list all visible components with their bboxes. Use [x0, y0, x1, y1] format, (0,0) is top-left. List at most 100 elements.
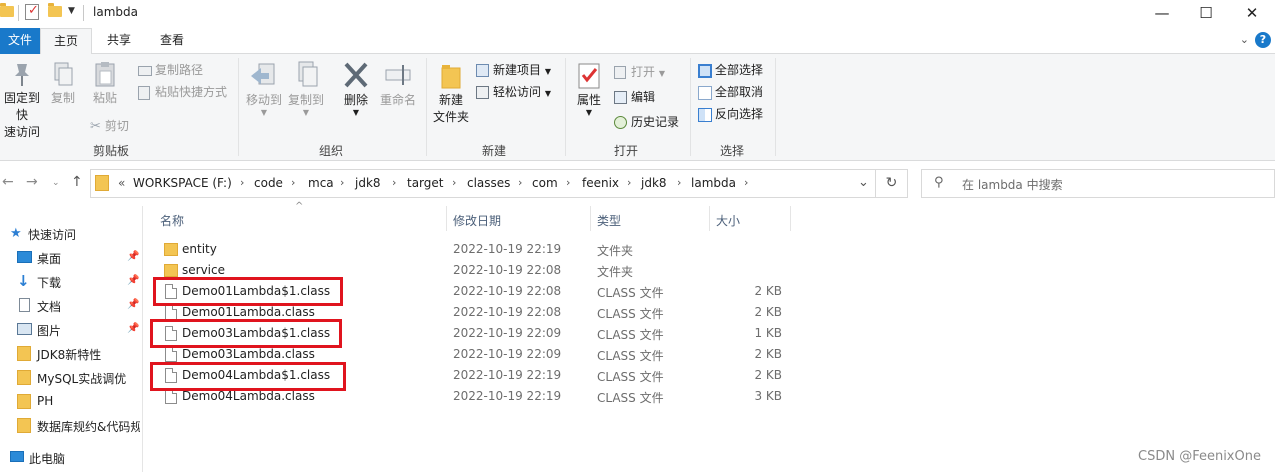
- close-button[interactable]: ✕: [1229, 0, 1275, 28]
- chevron-right-icon[interactable]: ›: [240, 176, 244, 189]
- tab-file[interactable]: 文件: [0, 28, 40, 54]
- chevron-right-icon[interactable]: ›: [677, 176, 681, 189]
- select-all-label: 全部选择: [715, 63, 764, 77]
- tab-home[interactable]: 主页: [40, 28, 92, 55]
- breadcrumb-feenix[interactable]: feenix: [582, 176, 619, 190]
- chevron-right-icon[interactable]: ›: [744, 176, 748, 189]
- easy-access-button[interactable]: 轻松访问 ▼: [476, 84, 551, 102]
- forward-arrow-icon[interactable]: →: [26, 174, 38, 190]
- column-header-modified[interactable]: 修改日期: [453, 212, 501, 229]
- select-all-button[interactable]: 全部选择: [698, 62, 763, 78]
- divider: [565, 58, 566, 156]
- nav-item-database[interactable]: 数据库规约&代码规: [0, 418, 140, 434]
- divider[interactable]: [709, 206, 710, 231]
- dropdown-arrow-icon: ▼: [585, 108, 593, 117]
- edit-button[interactable]: 编辑: [614, 89, 655, 105]
- sort-ascending-icon: ^: [295, 201, 304, 212]
- chevron-right-icon[interactable]: ›: [340, 176, 344, 189]
- copy-path-label: 复制路径: [155, 63, 204, 77]
- pin-icon[interactable]: 📌: [127, 299, 139, 310]
- file-type: 文件夹: [597, 244, 634, 258]
- tab-share[interactable]: 共享: [96, 28, 142, 54]
- divider[interactable]: [446, 206, 447, 231]
- maximize-button[interactable]: ☐: [1183, 0, 1229, 28]
- paste-shortcut-button[interactable]: 粘贴快捷方式: [138, 84, 227, 100]
- paste-button[interactable]: 粘贴: [88, 60, 122, 107]
- column-header-size[interactable]: 大小: [716, 212, 740, 229]
- customize-toolbar-icon[interactable]: ▼: [68, 6, 75, 16]
- new-folder-button[interactable]: 新建 文件夹: [430, 60, 472, 126]
- recent-locations-icon[interactable]: ⌄: [52, 178, 60, 188]
- nav-item-desktop[interactable]: 桌面 📌: [0, 250, 140, 266]
- breadcrumb-workspace[interactable]: WORKSPACE (F:): [133, 176, 232, 190]
- nav-item-mysql[interactable]: MySQL实战调优: [0, 370, 140, 386]
- new-folder-quick-icon[interactable]: [48, 3, 62, 17]
- file-size: 2 KB: [754, 368, 782, 382]
- address-bar[interactable]: « WORKSPACE (F:) › code › mca › jdk8 › t…: [90, 169, 876, 198]
- breadcrumb-com[interactable]: com: [532, 176, 558, 190]
- pin-icon[interactable]: 📌: [127, 251, 139, 262]
- pin-icon[interactable]: 📌: [127, 275, 139, 286]
- breadcrumb-jdk8-2[interactable]: jdk8: [641, 176, 667, 190]
- group-label-select: 选择: [719, 144, 744, 158]
- open-button[interactable]: 打开 ▼: [614, 64, 665, 82]
- breadcrumb-classes[interactable]: classes: [467, 176, 510, 190]
- divider[interactable]: [790, 206, 791, 231]
- history-button[interactable]: 历史记录: [614, 114, 679, 130]
- minimize-button[interactable]: —: [1139, 0, 1185, 28]
- new-folder-icon: [441, 65, 461, 89]
- tab-view[interactable]: 查看: [148, 28, 196, 54]
- rename-button[interactable]: 重命名: [378, 60, 418, 109]
- search-box[interactable]: ⚲ 在 lambda 中搜索: [921, 169, 1275, 198]
- properties-quick-icon[interactable]: [25, 3, 39, 20]
- column-header-name[interactable]: 名称: [160, 212, 184, 229]
- select-none-button[interactable]: 全部取消: [698, 84, 763, 100]
- chevron-down-icon[interactable]: ⌄: [858, 175, 869, 190]
- copy-path-button[interactable]: 复制路径: [138, 62, 203, 78]
- breadcrumb-lambda[interactable]: lambda: [691, 176, 736, 190]
- up-arrow-icon[interactable]: ↑: [71, 174, 83, 190]
- delete-button[interactable]: 删除 ▼: [338, 60, 374, 117]
- nav-item-pictures[interactable]: 图片 📌: [0, 322, 140, 338]
- copy-to-button[interactable]: 复制到 ▼: [286, 60, 326, 117]
- nav-item-downloads[interactable]: ↓ 下载 📌: [0, 272, 140, 290]
- dropdown-arrow-icon: ▼: [352, 108, 360, 117]
- chevron-right-icon[interactable]: ›: [518, 176, 522, 189]
- breadcrumb-mca[interactable]: mca: [308, 176, 334, 190]
- chevron-down-icon[interactable]: ⌄: [1240, 33, 1249, 46]
- breadcrumb-target[interactable]: target: [407, 176, 444, 190]
- file-modified: 2022-10-19 22:08: [453, 305, 562, 319]
- table-row[interactable]: entity 2022-10-19 22:19 文件夹: [160, 239, 790, 260]
- divider[interactable]: [590, 206, 591, 231]
- new-item-button[interactable]: 新建项目 ▼: [476, 62, 551, 80]
- file-name: Demo01Lambda.class: [182, 305, 315, 319]
- file-type: CLASS 文件: [597, 328, 664, 342]
- pin-quick-access-button[interactable]: 固定到快 速访问: [0, 60, 44, 141]
- open-icon: [614, 66, 626, 79]
- back-arrow-icon[interactable]: ←: [2, 174, 14, 190]
- chevron-right-icon[interactable]: ›: [566, 176, 570, 189]
- folder-icon: [0, 3, 14, 17]
- chevron-right-icon[interactable]: ›: [392, 176, 396, 189]
- invert-selection-button[interactable]: 反向选择: [698, 106, 763, 122]
- nav-item-ph[interactable]: PH: [0, 394, 140, 410]
- copy-button[interactable]: 复制: [46, 60, 80, 107]
- nav-item-documents[interactable]: 文档 📌: [0, 298, 140, 314]
- chevron-right-icon[interactable]: ›: [291, 176, 295, 189]
- move-to-button[interactable]: 移动到 ▼: [244, 60, 284, 117]
- pin-icon[interactable]: 📌: [127, 323, 139, 334]
- chevron-right-icon[interactable]: ›: [452, 176, 456, 189]
- breadcrumb-jdk8[interactable]: jdk8: [355, 176, 381, 190]
- breadcrumb-overflow[interactable]: «: [118, 176, 125, 190]
- nav-item-label: 桌面: [37, 252, 62, 266]
- refresh-button[interactable]: ↻: [876, 169, 908, 198]
- help-icon[interactable]: ?: [1255, 32, 1271, 48]
- nav-item-jdk8[interactable]: JDK8新特性: [0, 346, 140, 362]
- folder-icon: [164, 264, 178, 277]
- column-header-type[interactable]: 类型: [597, 212, 621, 229]
- cut-button[interactable]: ✂ 剪切: [90, 118, 129, 135]
- breadcrumb-code[interactable]: code: [254, 176, 283, 190]
- properties-button[interactable]: 属性 ▼: [570, 60, 608, 117]
- search-input[interactable]: 在 lambda 中搜索: [962, 176, 1063, 193]
- chevron-right-icon[interactable]: ›: [627, 176, 631, 189]
